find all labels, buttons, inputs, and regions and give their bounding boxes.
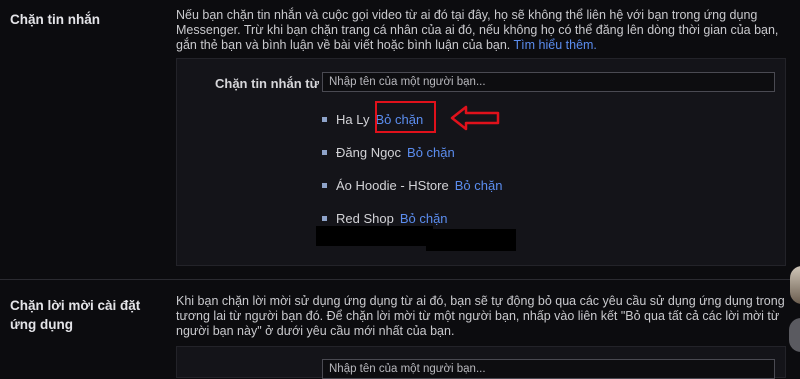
section-title-block-messages: Chặn tin nhắn [10, 12, 100, 27]
unblock-link[interactable]: Bỏ chặn [400, 211, 448, 226]
blocked-name: Áo Hoodie - HStore [336, 178, 449, 193]
learn-more-link[interactable]: Tìm hiểu thêm. [514, 38, 597, 52]
blocked-list-item: Áo Hoodie - HStore Bỏ chặn [322, 169, 502, 202]
floating-button[interactable] [789, 318, 800, 352]
avatar[interactable] [790, 266, 800, 304]
bullet-icon [322, 183, 327, 188]
block-messages-description: Nếu bạn chặn tin nhắn và cuộc gọi video … [176, 8, 788, 53]
bullet-icon [322, 150, 327, 155]
section-title-block-app-invites: Chặn lời mời cài đặt ứng dụng [10, 298, 141, 332]
unblock-link[interactable]: Bỏ chặn [455, 178, 503, 193]
annotation-arrow-icon [450, 105, 500, 131]
redacted-block [316, 226, 433, 246]
blocked-name: Đăng Ngọc [336, 145, 402, 160]
annotation-highlight-box [375, 101, 436, 133]
block-messages-input[interactable] [322, 72, 775, 92]
block-messages-from-label: Chặn tin nhắn từ [215, 76, 320, 91]
block-app-invites-description: Khi bạn chặn lời mời sử dụng ứng dụng từ… [176, 294, 785, 338]
unblock-link[interactable]: Bỏ chặn [407, 145, 455, 160]
block-app-invites-input[interactable] [322, 359, 775, 379]
blocked-list-item: Đăng Ngọc Bỏ chặn [322, 136, 502, 169]
block-messages-desc-text: Nếu bạn chặn tin nhắn và cuộc gọi video … [176, 8, 779, 52]
blocked-name: Red Shop [336, 211, 394, 226]
blocked-name: Ha Ly [336, 112, 370, 127]
section-divider [0, 279, 800, 280]
bullet-icon [322, 216, 327, 221]
bullet-icon [322, 117, 327, 122]
redacted-block [426, 229, 516, 251]
